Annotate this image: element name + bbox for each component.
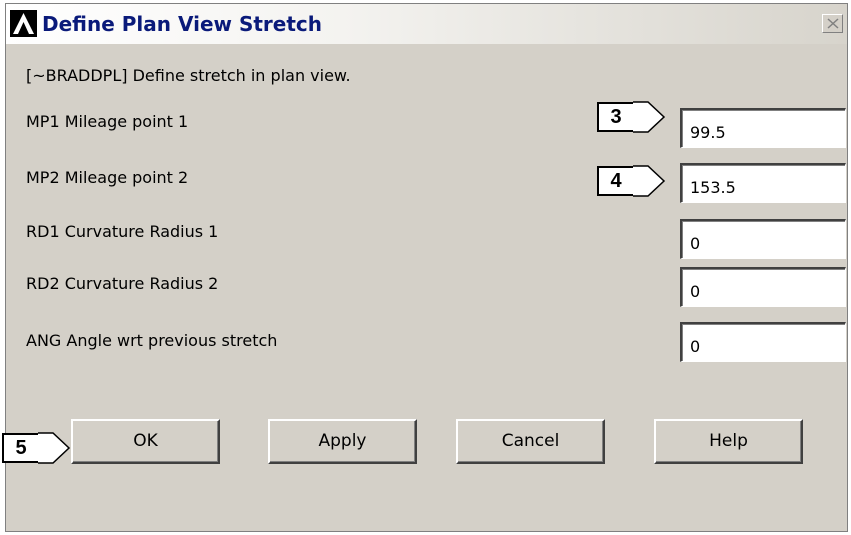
mp2-label: MP2 Mileage point 2 bbox=[26, 168, 189, 187]
ok-button[interactable]: OK bbox=[71, 419, 220, 464]
callout-4-number: 4 bbox=[597, 166, 635, 196]
mp1-input[interactable] bbox=[680, 108, 846, 148]
callout-arrow-icon bbox=[38, 432, 71, 464]
callout-5: 5 bbox=[2, 432, 72, 464]
rd2-label: RD2 Curvature Radius 2 bbox=[26, 274, 219, 293]
callout-3: 3 bbox=[597, 101, 667, 133]
title-bar[interactable]: Define Plan View Stretch bbox=[6, 4, 847, 44]
mp2-input[interactable] bbox=[680, 163, 846, 203]
callout-3-number: 3 bbox=[597, 102, 635, 132]
ang-label: ANG Angle wrt previous stretch bbox=[26, 331, 278, 350]
help-button[interactable]: Help bbox=[654, 419, 803, 464]
dialog-title: Define Plan View Stretch bbox=[42, 12, 322, 36]
mp1-label: MP1 Mileage point 1 bbox=[26, 112, 189, 131]
rd1-label: RD1 Curvature Radius 1 bbox=[26, 222, 219, 241]
ansys-logo-icon bbox=[10, 10, 37, 37]
callout-arrow-icon bbox=[633, 101, 666, 133]
callout-5-number: 5 bbox=[2, 433, 40, 463]
rd1-input[interactable] bbox=[680, 219, 846, 259]
cancel-button[interactable]: Cancel bbox=[456, 419, 605, 464]
ang-input[interactable] bbox=[680, 322, 846, 362]
apply-button[interactable]: Apply bbox=[268, 419, 417, 464]
close-button[interactable] bbox=[822, 14, 843, 33]
close-icon bbox=[827, 18, 839, 29]
define-plan-view-stretch-dialog: Define Plan View Stretch [~BRADDPL] Defi… bbox=[5, 3, 848, 532]
callout-arrow-icon bbox=[633, 165, 666, 197]
callout-4: 4 bbox=[597, 165, 667, 197]
rd2-input[interactable] bbox=[680, 267, 846, 307]
command-description: [~BRADDPL] Define stretch in plan view. bbox=[26, 66, 351, 85]
